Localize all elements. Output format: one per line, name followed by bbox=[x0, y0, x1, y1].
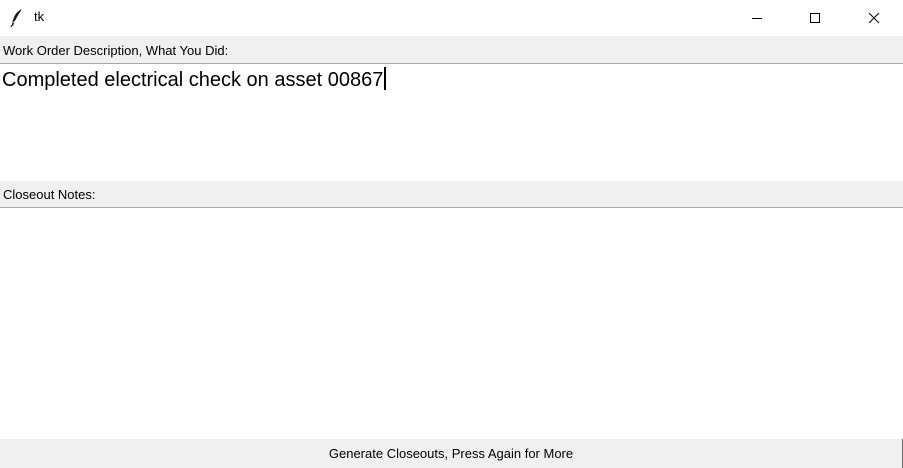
close-button[interactable] bbox=[845, 0, 903, 36]
close-icon bbox=[868, 12, 880, 24]
text-cursor bbox=[384, 67, 387, 90]
title-bar[interactable]: tk bbox=[0, 0, 903, 36]
feather-icon bbox=[10, 8, 24, 28]
description-label: Work Order Description, What You Did: bbox=[3, 43, 229, 58]
closeout-notes-label: Closeout Notes: bbox=[3, 187, 96, 202]
generate-closeouts-label: Generate Closeouts, Press Again for More bbox=[328, 446, 574, 461]
window-title: tk bbox=[34, 9, 45, 24]
maximize-button[interactable] bbox=[786, 0, 844, 36]
app-window: tk Work Order Description, What You Did:… bbox=[0, 0, 903, 468]
closeout-notes-textarea[interactable] bbox=[0, 207, 903, 438]
minimize-icon bbox=[751, 12, 763, 24]
minimize-button[interactable] bbox=[728, 0, 786, 36]
generate-closeouts-button[interactable]: Generate Closeouts, Press Again for More bbox=[0, 438, 903, 468]
description-text: Completed electrical check on asset 0086… bbox=[2, 69, 384, 91]
description-textarea[interactable]: Completed electrical check on asset 0086… bbox=[0, 63, 903, 181]
maximize-icon bbox=[809, 12, 821, 24]
